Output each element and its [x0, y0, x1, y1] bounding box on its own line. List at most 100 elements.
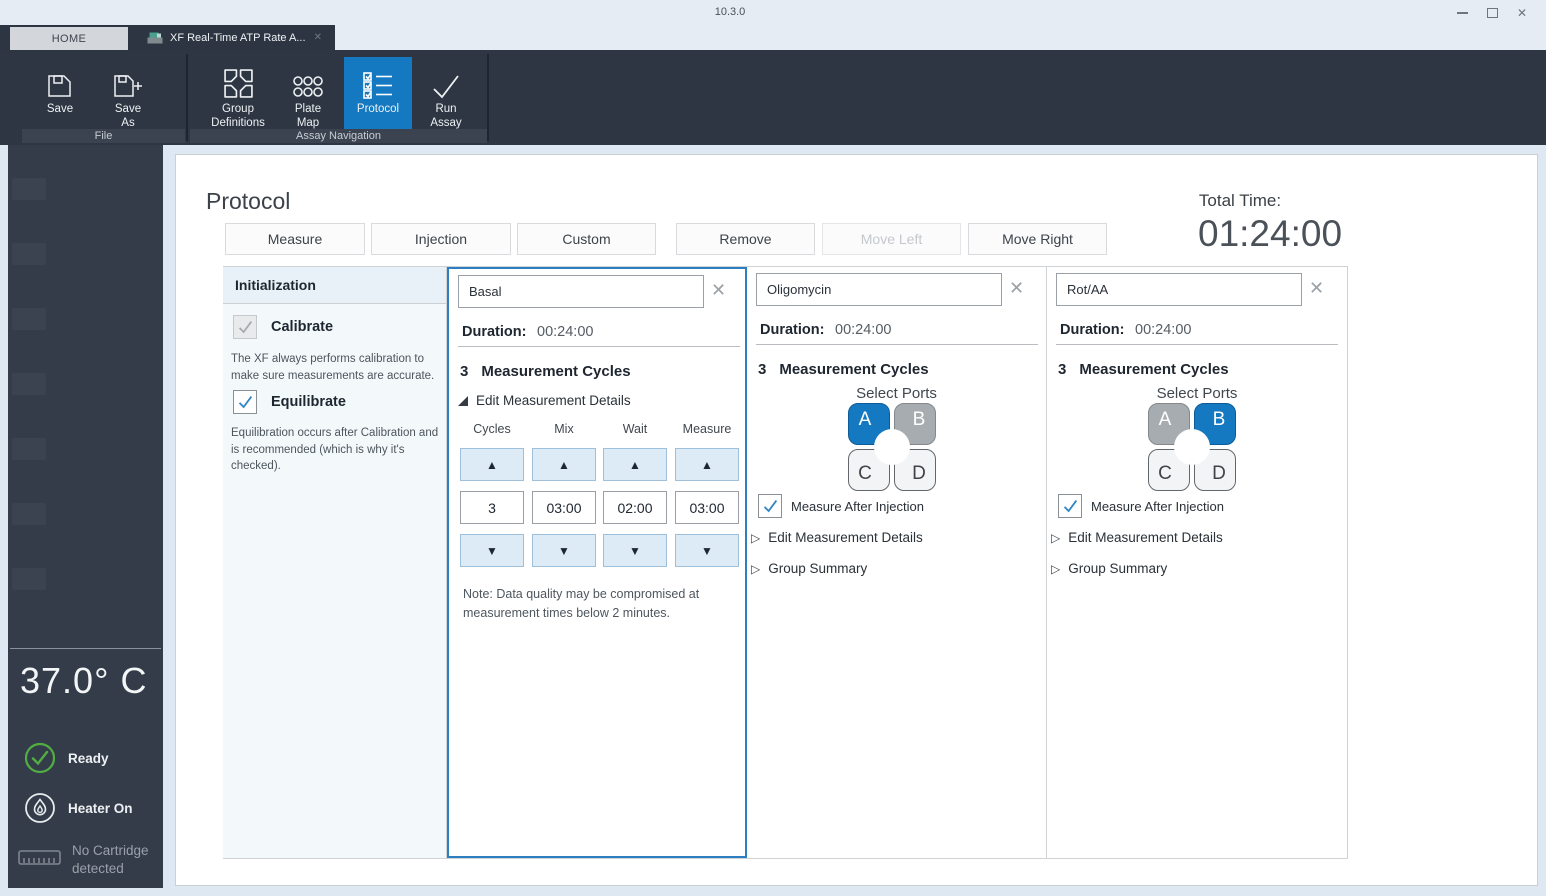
status-heater: Heater On	[24, 792, 133, 824]
close-button[interactable]: ✕	[1508, 0, 1536, 25]
sidebar-placeholder	[12, 503, 46, 525]
oligomycin-step-panel[interactable]: ✕ Duration: 00:24:00 3 Measurement Cycles…	[747, 267, 1047, 858]
down-arrow-icon: ▼	[629, 543, 641, 558]
tab-assay-file[interactable]: XF Real-Time ATP Rate A... ✕	[138, 25, 330, 50]
oligomycin-name-input[interactable]	[756, 273, 1002, 306]
expander-collapsed-icon: ▷	[751, 561, 761, 576]
port-center-hole	[874, 429, 910, 465]
rot-aa-edit-details-label: Edit Measurement Details	[1068, 530, 1223, 545]
ribbon-group-file: File	[22, 129, 185, 143]
spinner-header-wait: Wait	[622, 422, 648, 436]
move-right-button[interactable]: Move Right	[968, 223, 1107, 255]
run-assay-button[interactable]: Run Assay	[414, 57, 478, 129]
close-icon: ✕	[1516, 5, 1528, 20]
oligomycin-remove-icon[interactable]: ✕	[1009, 278, 1024, 299]
oligomycin-group-summary-expander[interactable]: ▷ Group Summary	[751, 561, 867, 576]
mix-value[interactable]: 03:00	[532, 491, 596, 524]
save-button[interactable]: Save	[28, 57, 92, 129]
initialization-panel: Initialization Calibrate The XF always p…	[223, 267, 447, 858]
heater-flame-icon	[25, 793, 55, 823]
tab-assay-label: XF Real-Time ATP Rate A...	[170, 31, 306, 44]
group-definitions-button[interactable]: Group Definitions	[200, 57, 276, 129]
page-title: Protocol	[206, 188, 291, 214]
save-as-label-1: Save	[114, 103, 142, 115]
tab-close-icon[interactable]: ✕	[314, 32, 322, 43]
plate-map-button[interactable]: Plate Map	[280, 57, 336, 129]
basal-remove-icon[interactable]: ✕	[711, 280, 726, 301]
minimize-button[interactable]	[1448, 0, 1476, 25]
oligomycin-duration-label: Duration:	[760, 322, 825, 338]
run-assay-label-1: Run	[435, 103, 457, 115]
tab-home-label: HOME	[51, 32, 87, 45]
ribbon-separator	[487, 54, 489, 141]
divider	[1056, 344, 1338, 345]
measure-down-button[interactable]: ▼	[675, 534, 739, 567]
rot-aa-duration-label: Duration:	[1060, 322, 1125, 338]
expander-collapsed-icon: ▷	[1051, 561, 1061, 576]
rot-aa-select-ports-label: Select Ports	[1156, 385, 1238, 402]
oligomycin-cycles-line: 3 Measurement Cycles	[758, 361, 929, 378]
sidebar-placeholder	[12, 438, 46, 460]
rot-aa-cycles-count: 3	[1058, 361, 1067, 378]
maximize-button[interactable]	[1478, 0, 1506, 25]
wait-value[interactable]: 02:00	[603, 491, 667, 524]
save-as-label-2: As	[121, 116, 135, 129]
tab-strip: HOME XF Real-Time ATP Rate A... ✕	[0, 25, 1546, 50]
tab-home[interactable]: HOME	[10, 27, 128, 50]
down-arrow-icon: ▼	[486, 543, 498, 558]
equilibrate-checkbox[interactable]	[233, 390, 257, 414]
rot-aa-cycles-line: 3 Measurement Cycles	[1058, 361, 1229, 378]
mix-up-button[interactable]: ▲	[532, 448, 596, 481]
divider	[458, 346, 740, 347]
save-icon	[28, 57, 92, 99]
measure-up-button[interactable]: ▲	[675, 448, 739, 481]
initialization-header: Initialization	[223, 267, 446, 304]
rot-aa-name-input[interactable]	[1056, 273, 1302, 306]
oligomycin-measure-after-checkbox[interactable]	[758, 494, 782, 518]
wait-down-button[interactable]: ▼	[603, 534, 667, 567]
basal-step-panel[interactable]: ✕ Duration: 00:24:00 3 Measurement Cycles…	[447, 267, 747, 858]
cycles-up-button[interactable]: ▲	[460, 448, 524, 481]
rot-aa-remove-icon[interactable]: ✕	[1309, 278, 1324, 299]
save-label: Save	[46, 103, 74, 115]
measure-value[interactable]: 03:00	[675, 491, 739, 524]
rot-aa-group-summary-expander[interactable]: ▷ Group Summary	[1051, 561, 1167, 576]
oligomycin-edit-details-label: Edit Measurement Details	[768, 530, 923, 545]
ribbon-group-assay-navigation: Assay Navigation	[190, 129, 487, 143]
run-assay-label-2: Assay	[430, 116, 462, 129]
cartridge-icon	[18, 849, 61, 865]
oligomycin-edit-details-expander[interactable]: ▷ Edit Measurement Details	[751, 530, 923, 545]
plate-map-label-1: Plate	[294, 103, 322, 115]
wait-up-button[interactable]: ▲	[603, 448, 667, 481]
cycles-down-button[interactable]: ▼	[460, 534, 524, 567]
basal-edit-details-label: Edit Measurement Details	[476, 393, 631, 408]
spinner-header-cycles: Cycles	[473, 422, 511, 436]
total-time-label: Total Time:	[1198, 191, 1282, 210]
status-cartridge: No Cartridge detected	[18, 842, 164, 877]
basal-edit-details-expander[interactable]: Edit Measurement Details	[458, 393, 631, 408]
calibrate-label: Calibrate	[271, 319, 334, 335]
spinner-header-measure: Measure	[682, 422, 732, 436]
custom-button[interactable]: Custom	[517, 223, 656, 255]
protocol-button[interactable]: Protocol	[344, 57, 412, 129]
mix-down-button[interactable]: ▼	[532, 534, 596, 567]
oligomycin-select-ports-label: Select Ports	[856, 385, 937, 402]
group-definitions-icon	[200, 57, 276, 99]
down-arrow-icon: ▼	[701, 543, 713, 558]
rot-aa-group-summary-label: Group Summary	[1068, 561, 1168, 576]
plate-map-label-2: Map	[296, 116, 320, 129]
basal-name-input[interactable]	[458, 275, 704, 308]
injection-button[interactable]: Injection	[371, 223, 511, 255]
remove-button[interactable]: Remove	[676, 223, 815, 255]
rot-aa-edit-details-expander[interactable]: ▷ Edit Measurement Details	[1051, 530, 1223, 545]
up-arrow-icon: ▲	[486, 457, 498, 472]
rot-aa-step-panel[interactable]: ✕ Duration: 00:24:00 3 Measurement Cycles…	[1047, 267, 1348, 858]
save-as-button[interactable]: Save As	[96, 57, 160, 129]
protocol-icon	[344, 57, 412, 99]
oligomycin-cycles-label: Measurement Cycles	[779, 361, 929, 378]
measure-button[interactable]: Measure	[225, 223, 365, 255]
cycles-value[interactable]: 3	[460, 491, 524, 524]
temperature-readout: 37.0° C	[20, 660, 148, 701]
rot-aa-measure-after-checkbox[interactable]	[1058, 494, 1082, 518]
oligomycin-cycles-count: 3	[758, 361, 767, 378]
